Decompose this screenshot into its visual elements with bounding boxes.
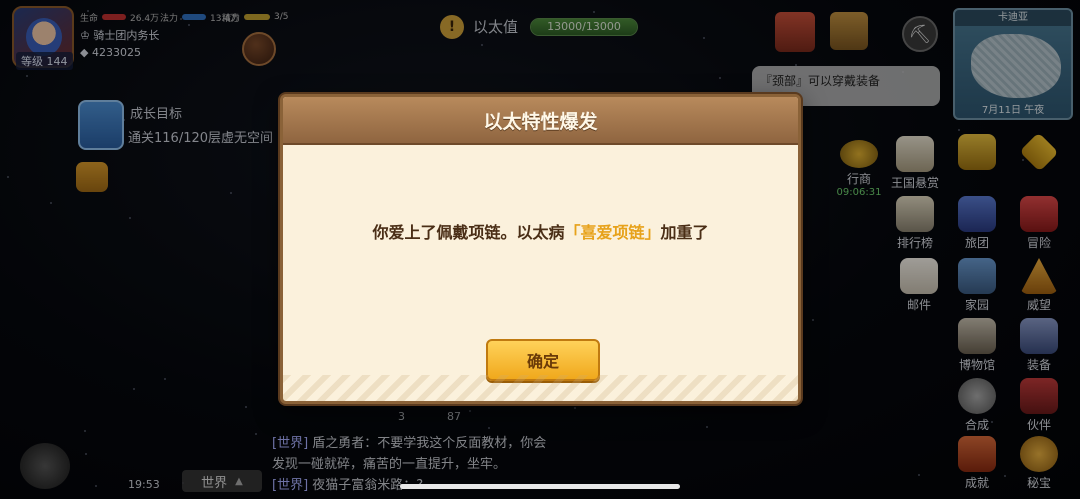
dialog-header: 以太特性爆发 [283, 97, 798, 145]
msg-highlight: 「喜爱项链」 [564, 223, 661, 242]
msg-before: 你爱上了佩戴项链。以太病 [372, 223, 565, 242]
msg-after: 加重了 [660, 223, 709, 242]
dialog-pattern [283, 375, 798, 401]
ether-burst-dialog: 以太特性爆发 你爱上了佩戴项链。以太病「喜爱项链」加重了 确定 [280, 94, 801, 404]
dialog-title: 以太特性爆发 [483, 110, 598, 133]
home-indicator[interactable] [400, 484, 680, 489]
dialog-message: 你爱上了佩戴项链。以太病「喜爱项链」加重了 [283, 219, 798, 243]
